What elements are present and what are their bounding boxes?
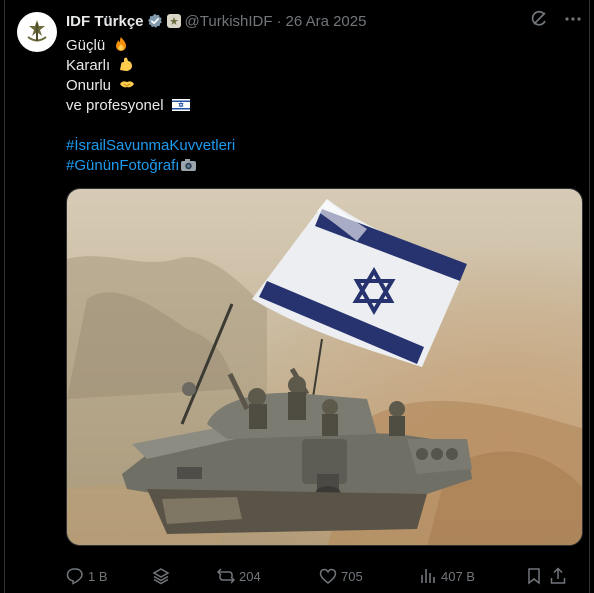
camera-emoji-icon: [180, 157, 197, 178]
views-count: 407 B: [441, 568, 475, 584]
post-date[interactable]: 26 Ara 2025: [286, 13, 367, 30]
reply-button[interactable]: 1 B: [66, 567, 152, 585]
tweet-header: IDF Türkçe @TurkishIDF · 26 Ara 2025: [66, 12, 366, 30]
retweet-count: 204: [239, 568, 261, 584]
grok-analyze-button[interactable]: [152, 567, 217, 585]
retweet-button[interactable]: 204: [217, 567, 319, 585]
more-options-icon[interactable]: [564, 10, 582, 28]
tweet-actions: 1 B 204 705 407 B: [66, 566, 584, 586]
views-button[interactable]: 407 B: [419, 567, 525, 585]
text-line-4: ve profesyonel: [66, 97, 164, 114]
reply-icon: [66, 568, 83, 585]
tweet-text: Güçlü Kararlı Onurlu ve profesyonel #İsr…: [66, 36, 235, 176]
tank-with-flag-photo: [67, 189, 582, 545]
text-line-2: Kararlı: [66, 57, 111, 74]
views-chart-icon: [421, 569, 435, 583]
idf-logo-icon: [27, 20, 47, 42]
text-line: Onurlu: [66, 76, 235, 96]
share-icon: [550, 567, 566, 584]
fire-emoji-icon: [113, 36, 129, 58]
handshake-emoji-icon: [119, 76, 135, 98]
text-line: Kararlı: [66, 56, 235, 76]
text-line: ve profesyonel: [66, 96, 235, 116]
israel-flag-emoji-icon: [171, 98, 190, 118]
like-count: 705: [341, 568, 363, 584]
bookmark-button[interactable]: [525, 567, 549, 585]
hashtag-link[interactable]: #İsrailSavunmaKuvvetleri: [66, 137, 235, 154]
hashtag-link[interactable]: #GününFotoğrafı: [66, 157, 179, 174]
text-line-3: Onurlu: [66, 77, 112, 94]
reply-count: 1 B: [88, 568, 108, 584]
separator-dot: ·: [276, 12, 282, 30]
share-button[interactable]: [549, 567, 573, 585]
text-line-1: Güçlü: [66, 37, 106, 54]
layers-icon: [152, 568, 170, 585]
retweet-icon: [217, 568, 235, 584]
tweet-photo[interactable]: [66, 188, 583, 546]
author-handle[interactable]: @TurkishIDF: [185, 13, 273, 30]
tweet-top-actions: [530, 10, 582, 28]
avatar[interactable]: [17, 12, 57, 52]
like-button[interactable]: 705: [319, 567, 419, 585]
bookmark-icon: [528, 568, 540, 585]
author-name[interactable]: IDF Türkçe: [66, 13, 144, 30]
flexed-biceps-emoji-icon: [118, 56, 134, 78]
grok-icon[interactable]: [530, 10, 548, 28]
text-line: Güçlü: [66, 36, 235, 56]
affiliation-badge-icon[interactable]: [166, 14, 181, 28]
verified-badge-icon[interactable]: [147, 13, 163, 29]
heart-icon: [319, 568, 337, 584]
